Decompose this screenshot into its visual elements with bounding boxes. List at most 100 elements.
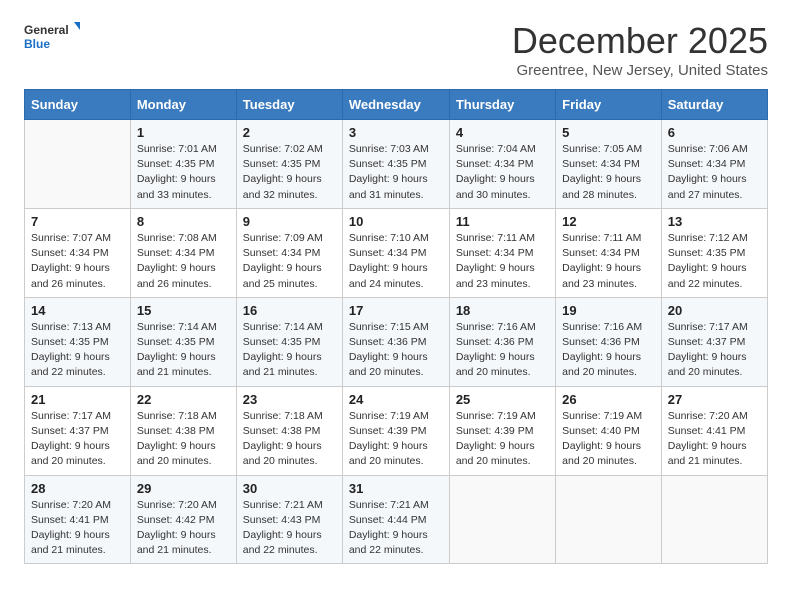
calendar-cell: 15 Sunrise: 7:14 AM Sunset: 4:35 PM Dayli… [130,297,236,386]
location: Greentree, New Jersey, United States [512,62,768,79]
svg-text:General: General [24,23,69,37]
cell-info: Sunrise: 7:08 AM Sunset: 4:34 PM Dayligh… [137,231,230,292]
calendar-cell: 7Sunrise: 7:07 AM Sunset: 4:34 PM Daylig… [25,208,131,297]
calendar-cell: 16 Sunrise: 7:14 AM Sunset: 4:35 PM Dayli… [236,297,342,386]
calendar-cell: 25 Sunrise: 7:19 AM Sunset: 4:39 PM Dayli… [449,386,555,475]
calendar-cell: 18 Sunrise: 7:16 AM Sunset: 4:36 PM Dayli… [449,297,555,386]
calendar-cell: 3 Sunrise: 7:03 AM Sunset: 4:35 PM Daylig… [342,120,449,209]
title-block: December 2025 Greentree, New Jersey, Uni… [512,20,768,79]
cell-info: Sunrise: 7:16 AM Sunset: 4:36 PM Dayligh… [456,320,549,381]
weekday-header: Sunday [25,90,131,120]
calendar-cell: 31 Sunrise: 7:21 AM Sunset: 4:44 PM Dayli… [342,475,449,564]
day-number: 21 [31,392,124,407]
cell-info: Sunrise: 7:21 AM Sunset: 4:44 PM Dayligh… [349,498,443,559]
cell-info: Sunrise: 7:02 AM Sunset: 4:35 PM Dayligh… [243,142,336,203]
weekday-header-row: SundayMondayTuesdayWednesdayThursdayFrid… [25,90,768,120]
day-number: 29 [137,481,230,496]
cell-info: Sunrise: 7:11 AM Sunset: 4:34 PM Dayligh… [456,231,549,292]
calendar-week-row: 1 Sunrise: 7:01 AM Sunset: 4:35 PM Daylig… [25,120,768,209]
calendar-cell: 6 Sunrise: 7:06 AM Sunset: 4:34 PM Daylig… [661,120,767,209]
day-number: 13 [668,214,761,229]
cell-info: Sunrise: 7:18 AM Sunset: 4:38 PM Dayligh… [137,409,230,470]
calendar-cell: 14 Sunrise: 7:13 AM Sunset: 4:35 PM Dayli… [25,297,131,386]
calendar-cell [449,475,555,564]
calendar-cell: 11Sunrise: 7:11 AM Sunset: 4:34 PM Dayli… [449,208,555,297]
day-number: 5 [562,125,655,140]
cell-info: Sunrise: 7:12 AM Sunset: 4:35 PM Dayligh… [668,231,761,292]
calendar-cell: 5 Sunrise: 7:05 AM Sunset: 4:34 PM Daylig… [556,120,662,209]
day-number: 10 [349,214,443,229]
calendar-cell: 10 Sunrise: 7:10 AM Sunset: 4:34 PM Dayli… [342,208,449,297]
calendar-cell: 26Sunrise: 7:19 AM Sunset: 4:40 PM Dayli… [556,386,662,475]
calendar-cell: 23Sunrise: 7:18 AM Sunset: 4:38 PM Dayli… [236,386,342,475]
cell-info: Sunrise: 7:04 AM Sunset: 4:34 PM Dayligh… [456,142,549,203]
cell-info: Sunrise: 7:06 AM Sunset: 4:34 PM Dayligh… [668,142,761,203]
weekday-header: Saturday [661,90,767,120]
calendar-cell: 8 Sunrise: 7:08 AM Sunset: 4:34 PM Daylig… [130,208,236,297]
day-number: 19 [562,303,655,318]
day-number: 25 [456,392,549,407]
cell-info: Sunrise: 7:20 AM Sunset: 4:41 PM Dayligh… [31,498,124,559]
calendar-cell: 17 Sunrise: 7:15 AM Sunset: 4:36 PM Dayli… [342,297,449,386]
calendar-week-row: 7Sunrise: 7:07 AM Sunset: 4:34 PM Daylig… [25,208,768,297]
calendar-cell [25,120,131,209]
calendar-cell: 12 Sunrise: 7:11 AM Sunset: 4:34 PM Dayli… [556,208,662,297]
day-number: 24 [349,392,443,407]
day-number: 3 [349,125,443,140]
calendar-week-row: 28 Sunrise: 7:20 AM Sunset: 4:41 PM Dayli… [25,475,768,564]
day-number: 2 [243,125,336,140]
calendar-cell: 29 Sunrise: 7:20 AM Sunset: 4:42 PM Dayli… [130,475,236,564]
calendar-cell: 20 Sunrise: 7:17 AM Sunset: 4:37 PM Dayli… [661,297,767,386]
day-number: 9 [243,214,336,229]
day-number: 1 [137,125,230,140]
cell-info: Sunrise: 7:13 AM Sunset: 4:35 PM Dayligh… [31,320,124,381]
cell-info: Sunrise: 7:14 AM Sunset: 4:35 PM Dayligh… [137,320,230,381]
weekday-header: Monday [130,90,236,120]
cell-info: Sunrise: 7:19 AM Sunset: 4:40 PM Dayligh… [562,409,655,470]
cell-info: Sunrise: 7:11 AM Sunset: 4:34 PM Dayligh… [562,231,655,292]
day-number: 28 [31,481,124,496]
day-number: 30 [243,481,336,496]
day-number: 31 [349,481,443,496]
day-number: 14 [31,303,124,318]
cell-info: Sunrise: 7:10 AM Sunset: 4:34 PM Dayligh… [349,231,443,292]
calendar-cell: 19 Sunrise: 7:16 AM Sunset: 4:36 PM Dayli… [556,297,662,386]
day-number: 17 [349,303,443,318]
calendar-week-row: 21Sunrise: 7:17 AM Sunset: 4:37 PM Dayli… [25,386,768,475]
logo: General Blue [24,20,80,56]
day-number: 20 [668,303,761,318]
calendar-cell: 2 Sunrise: 7:02 AM Sunset: 4:35 PM Daylig… [236,120,342,209]
cell-info: Sunrise: 7:15 AM Sunset: 4:36 PM Dayligh… [349,320,443,381]
day-number: 23 [243,392,336,407]
cell-info: Sunrise: 7:17 AM Sunset: 4:37 PM Dayligh… [668,320,761,381]
cell-info: Sunrise: 7:20 AM Sunset: 4:42 PM Dayligh… [137,498,230,559]
calendar-cell: 27 Sunrise: 7:20 AM Sunset: 4:41 PM Dayli… [661,386,767,475]
day-number: 15 [137,303,230,318]
cell-info: Sunrise: 7:14 AM Sunset: 4:35 PM Dayligh… [243,320,336,381]
calendar-cell: 30Sunrise: 7:21 AM Sunset: 4:43 PM Dayli… [236,475,342,564]
cell-info: Sunrise: 7:07 AM Sunset: 4:34 PM Dayligh… [31,231,124,292]
day-number: 8 [137,214,230,229]
calendar-cell: 22Sunrise: 7:18 AM Sunset: 4:38 PM Dayli… [130,386,236,475]
day-number: 18 [456,303,549,318]
day-number: 27 [668,392,761,407]
cell-info: Sunrise: 7:01 AM Sunset: 4:35 PM Dayligh… [137,142,230,203]
calendar-table: SundayMondayTuesdayWednesdayThursdayFrid… [24,89,768,564]
cell-info: Sunrise: 7:20 AM Sunset: 4:41 PM Dayligh… [668,409,761,470]
cell-info: Sunrise: 7:03 AM Sunset: 4:35 PM Dayligh… [349,142,443,203]
cell-info: Sunrise: 7:05 AM Sunset: 4:34 PM Dayligh… [562,142,655,203]
weekday-header: Wednesday [342,90,449,120]
day-number: 12 [562,214,655,229]
day-number: 16 [243,303,336,318]
calendar-cell: 21Sunrise: 7:17 AM Sunset: 4:37 PM Dayli… [25,386,131,475]
weekday-header: Tuesday [236,90,342,120]
calendar-cell: 4 Sunrise: 7:04 AM Sunset: 4:34 PM Daylig… [449,120,555,209]
cell-info: Sunrise: 7:19 AM Sunset: 4:39 PM Dayligh… [349,409,443,470]
cell-info: Sunrise: 7:19 AM Sunset: 4:39 PM Dayligh… [456,409,549,470]
calendar-week-row: 14 Sunrise: 7:13 AM Sunset: 4:35 PM Dayli… [25,297,768,386]
day-number: 4 [456,125,549,140]
cell-info: Sunrise: 7:16 AM Sunset: 4:36 PM Dayligh… [562,320,655,381]
day-number: 6 [668,125,761,140]
svg-text:Blue: Blue [24,37,50,51]
calendar-cell: 13 Sunrise: 7:12 AM Sunset: 4:35 PM Dayli… [661,208,767,297]
